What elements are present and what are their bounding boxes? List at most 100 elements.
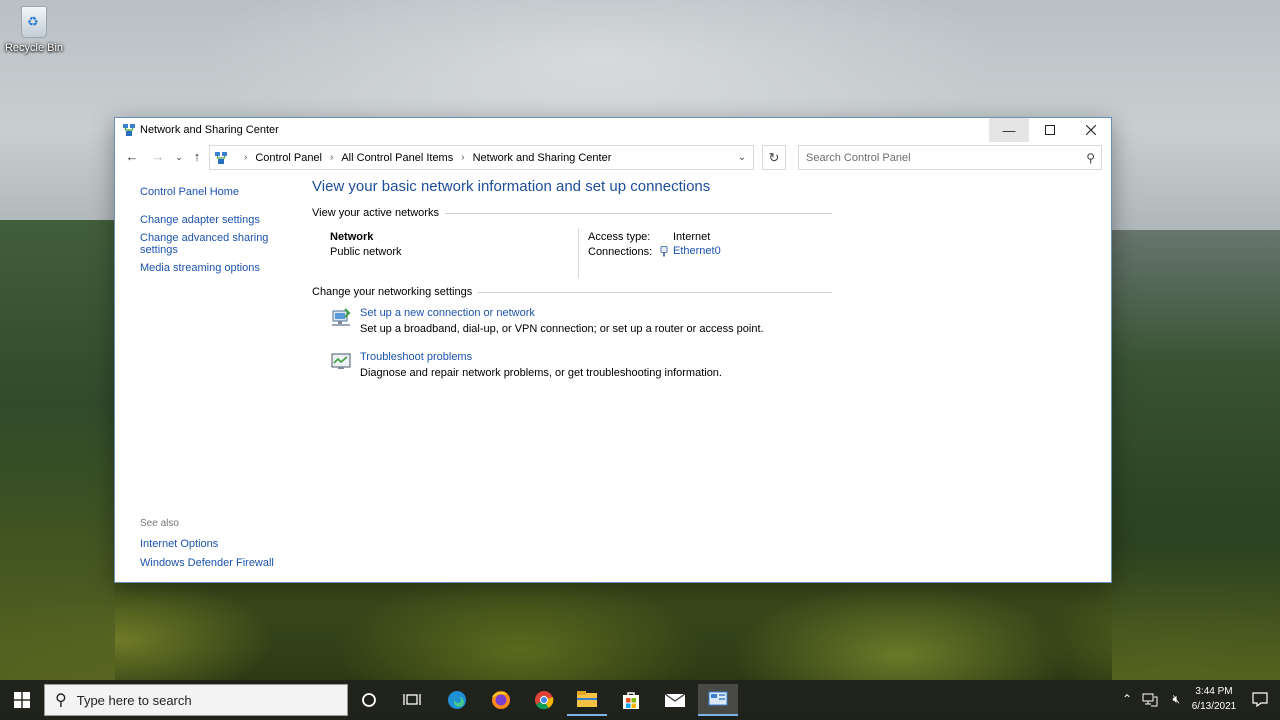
change-adapter-settings-link[interactable]: Change adapter settings bbox=[140, 214, 300, 226]
new-connection-task: Set up a new connection or network Set u… bbox=[312, 307, 832, 351]
wallpaper-trees-left bbox=[0, 220, 115, 680]
breadcrumb-separator-icon[interactable]: › bbox=[330, 152, 333, 163]
network-center-icon bbox=[123, 124, 135, 136]
change-settings-label: Change your networking settings bbox=[312, 286, 473, 298]
address-bar[interactable]: › Control Panel › All Control Panel Item… bbox=[209, 145, 754, 170]
chrome-icon bbox=[535, 691, 554, 710]
new-connection-icon bbox=[332, 308, 351, 326]
close-icon bbox=[1086, 125, 1096, 135]
window-title: Network and Sharing Center bbox=[140, 124, 279, 136]
title-bar[interactable]: Network and Sharing Center — bbox=[115, 118, 1111, 142]
clock[interactable]: 3:44 PM 6/13/2021 bbox=[1184, 684, 1244, 714]
change-advanced-sharing-link[interactable]: Change advanced sharing settings bbox=[140, 232, 270, 256]
forward-arrow-icon[interactable]: → bbox=[149, 149, 167, 164]
connections-label: Connections: bbox=[588, 246, 653, 258]
troubleshoot-icon bbox=[331, 353, 351, 369]
main-content: View your basic network information and … bbox=[312, 178, 832, 395]
taskbar-search-placeholder: Type here to search bbox=[76, 692, 192, 708]
sidebar: Control Panel Home Change adapter settin… bbox=[140, 186, 300, 280]
connection-link[interactable]: Ethernet0 bbox=[660, 245, 721, 257]
task-view-icon bbox=[403, 694, 421, 705]
network-name: Network bbox=[330, 231, 374, 243]
network-type: Public network bbox=[330, 246, 402, 258]
clock-date: 6/13/2021 bbox=[1191, 701, 1237, 712]
breadcrumb-all-items[interactable]: All Control Panel Items bbox=[341, 152, 453, 164]
media-streaming-link[interactable]: Media streaming options bbox=[140, 262, 300, 274]
recent-locations-chevron-icon[interactable]: ⌄ bbox=[170, 152, 188, 163]
cortana-button[interactable] bbox=[349, 684, 389, 716]
recycle-bin-icon bbox=[21, 6, 47, 38]
store-button[interactable] bbox=[611, 684, 651, 716]
task-view-button[interactable] bbox=[392, 684, 432, 716]
search-box[interactable]: ⚲ bbox=[798, 145, 1102, 170]
troubleshoot-link[interactable]: Troubleshoot problems bbox=[360, 351, 472, 363]
recycle-bin-shortcut[interactable]: Recycle Bin bbox=[4, 6, 64, 54]
wallpaper-trees-right bbox=[1112, 230, 1280, 680]
notifications-icon[interactable] bbox=[1252, 692, 1268, 707]
mail-icon bbox=[664, 693, 686, 707]
control-panel-crumb-icon bbox=[215, 151, 227, 164]
refresh-button[interactable]: ↻ bbox=[762, 145, 786, 170]
maximize-icon bbox=[1045, 125, 1055, 135]
start-button[interactable] bbox=[0, 680, 44, 720]
store-icon bbox=[623, 692, 639, 709]
new-connection-description: Set up a broadband, dial-up, or VPN conn… bbox=[360, 323, 764, 335]
windows-logo-icon bbox=[14, 692, 30, 708]
close-button[interactable] bbox=[1071, 118, 1111, 142]
internet-options-link[interactable]: Internet Options bbox=[140, 538, 340, 550]
maximize-button[interactable] bbox=[1030, 118, 1070, 142]
active-networks-header: View your active networks bbox=[312, 207, 832, 219]
search-icon: ⚲ bbox=[55, 692, 67, 709]
page-title: View your basic network information and … bbox=[312, 178, 711, 195]
edge-button[interactable] bbox=[437, 684, 477, 716]
access-type-label: Access type: bbox=[588, 231, 651, 243]
network-sharing-window: Network and Sharing Center — ← → ⌄ ↑ › C… bbox=[114, 117, 1112, 583]
show-hidden-icons-chevron-icon[interactable]: ⌃ bbox=[1122, 692, 1132, 706]
defender-firewall-link[interactable]: Windows Defender Firewall bbox=[140, 557, 340, 569]
taskbar: ⚲ Type here to search ⌃ 🔇︎ 3:44 PM 6/13/… bbox=[0, 680, 1280, 720]
up-arrow-icon[interactable]: ↑ bbox=[188, 149, 206, 164]
section-divider bbox=[478, 291, 832, 293]
network-icon[interactable] bbox=[1142, 693, 1158, 707]
see-also-header: See also bbox=[140, 518, 179, 529]
access-type-value: Internet bbox=[673, 231, 711, 243]
refresh-icon: ↻ bbox=[768, 149, 780, 165]
recycle-bin-label: Recycle Bin bbox=[4, 42, 64, 54]
active-networks-label: View your active networks bbox=[312, 207, 439, 219]
minimize-icon: — bbox=[1002, 122, 1016, 138]
cortana-icon bbox=[362, 693, 376, 707]
clock-time: 3:44 PM bbox=[1195, 686, 1233, 697]
mail-button[interactable] bbox=[655, 684, 695, 716]
firefox-icon bbox=[492, 691, 510, 709]
chrome-button[interactable] bbox=[524, 684, 564, 716]
network-divider bbox=[578, 228, 579, 278]
breadcrumb-control-panel[interactable]: Control Panel bbox=[255, 152, 322, 164]
new-connection-link[interactable]: Set up a new connection or network bbox=[360, 307, 535, 319]
file-explorer-icon bbox=[577, 691, 597, 707]
control-panel-icon bbox=[708, 691, 728, 706]
breadcrumb-network-center[interactable]: Network and Sharing Center bbox=[473, 152, 612, 164]
firefox-button[interactable] bbox=[481, 684, 521, 716]
address-dropdown-icon[interactable]: ⌄ bbox=[731, 146, 753, 169]
file-explorer-button[interactable] bbox=[567, 684, 607, 716]
breadcrumb-separator-icon[interactable]: › bbox=[244, 152, 247, 163]
active-network-card: Network Public network Access type: Inte… bbox=[312, 228, 832, 286]
ethernet-icon bbox=[660, 245, 668, 256]
search-input[interactable] bbox=[806, 151, 1076, 164]
edge-icon bbox=[448, 691, 466, 709]
navigation-bar: ← → ⌄ ↑ › Control Panel › All Control Pa… bbox=[115, 145, 1111, 171]
minimize-button[interactable]: — bbox=[989, 118, 1029, 142]
volume-muted-icon[interactable]: 🔇︎ bbox=[1172, 692, 1180, 707]
control-panel-home-link[interactable]: Control Panel Home bbox=[140, 186, 300, 198]
control-panel-button[interactable] bbox=[698, 684, 738, 716]
change-settings-header: Change your networking settings bbox=[312, 286, 832, 298]
troubleshoot-task: Troubleshoot problems Diagnose and repai… bbox=[312, 351, 832, 395]
taskbar-search-box[interactable]: ⚲ Type here to search bbox=[44, 684, 348, 716]
troubleshoot-description: Diagnose and repair network problems, or… bbox=[360, 367, 722, 379]
see-also-section: See also Internet Options Windows Defend… bbox=[140, 518, 340, 576]
breadcrumb-separator-icon[interactable]: › bbox=[461, 152, 464, 163]
section-divider bbox=[444, 212, 832, 214]
back-arrow-icon[interactable]: ← bbox=[123, 149, 141, 164]
search-icon[interactable]: ⚲ bbox=[1086, 151, 1095, 165]
ethernet-link-label[interactable]: Ethernet0 bbox=[673, 245, 721, 257]
